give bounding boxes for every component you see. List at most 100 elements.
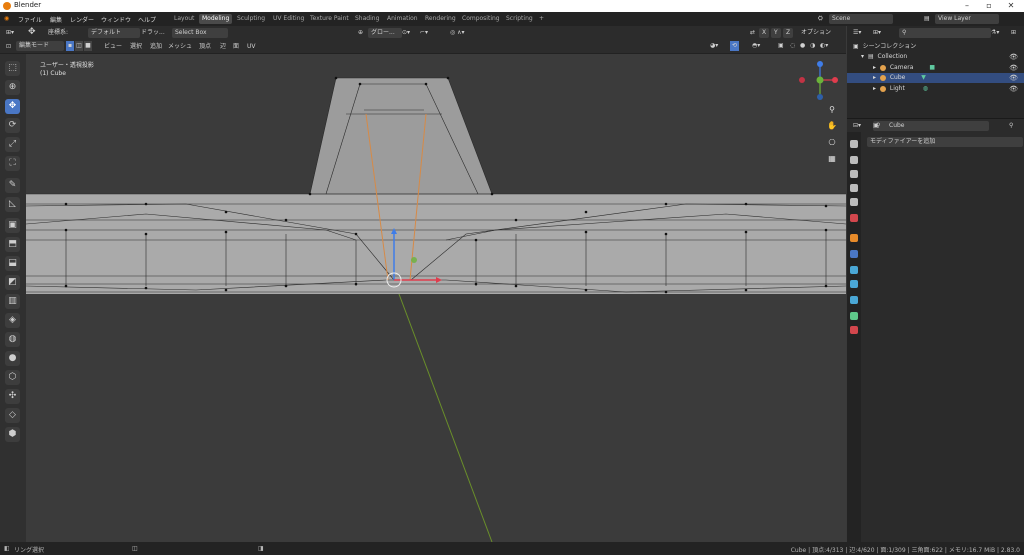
scene-collection-row[interactable]: ▣ シーンコレクション	[847, 42, 1024, 52]
world-tab-icon[interactable]	[850, 214, 858, 222]
transform-tool-icon[interactable]: ⛶	[5, 156, 20, 171]
tab-texture-paint[interactable]: Texture Paint	[307, 14, 352, 24]
mesh-data-tab-icon[interactable]	[850, 312, 858, 320]
measure-tool-icon[interactable]: ◺	[5, 197, 20, 212]
smooth-tool-icon[interactable]: ⬡	[5, 370, 20, 385]
tab-sculpting[interactable]: Sculpting	[234, 14, 268, 24]
light-expand-icon[interactable]: ▸	[873, 85, 876, 92]
select-box-dropdown[interactable]: Select Box	[172, 28, 228, 38]
outliner-row-collection[interactable]: ▾ ▤ Collection 👁	[847, 52, 1024, 62]
properties-editor-icon[interactable]: ⊟▾	[853, 121, 861, 131]
3d-viewport[interactable]: ユーザー・透視投影 (1) Cube ⚲ ✋ ⎔ ▦	[26, 54, 846, 542]
light-visibility-icon[interactable]: 👁	[1009, 84, 1018, 94]
menu-help[interactable]: ヘルプ	[138, 15, 156, 24]
outliner-row-camera[interactable]: ▸ Camera ■ 👁	[847, 63, 1024, 73]
menu-render[interactable]: レンダー	[70, 15, 94, 24]
add-modifier-dropdown[interactable]: モディファイアーを追加	[867, 137, 1023, 147]
collection-visibility-icon[interactable]: 👁	[1009, 52, 1018, 62]
bevel-tool-icon[interactable]: ◩	[5, 275, 20, 290]
poly-build-tool-icon[interactable]: ◍	[5, 332, 20, 347]
mirror-y-toggle[interactable]: Y	[771, 28, 781, 38]
add-workspace-button[interactable]: +	[536, 14, 547, 24]
outliner-editor-icon[interactable]: ☰▾	[853, 28, 861, 38]
close-icon[interactable]: ✕	[1000, 0, 1022, 12]
pivot-icon[interactable]: ⊙▾	[402, 28, 410, 38]
outliner-row-light[interactable]: ▸ Light ◍ 👁	[847, 84, 1024, 94]
menu-edit[interactable]: 編集	[50, 15, 62, 24]
menu-edge[interactable]: 辺	[220, 42, 226, 52]
menu-add[interactable]: 追加	[150, 42, 162, 52]
select-tool-icon[interactable]: ⬚	[5, 61, 20, 76]
shading-rendered-icon[interactable]: ◐▾	[820, 41, 828, 51]
cube-visibility-icon[interactable]: 👁	[1009, 73, 1018, 83]
tab-scripting[interactable]: Scripting	[503, 14, 536, 24]
camera-expand-icon[interactable]: ▸	[873, 64, 876, 71]
particles-tab-icon[interactable]	[850, 266, 858, 274]
vertex-select-icon[interactable]: ▪	[66, 41, 74, 51]
mirror-x-toggle[interactable]: X	[759, 28, 770, 38]
rotate-tool-icon[interactable]: ⟳	[5, 118, 20, 133]
cursor-tool-icon[interactable]: ⊕	[5, 80, 20, 95]
outliner-search-icon[interactable]: ⚲	[899, 28, 991, 38]
edge-select-icon[interactable]: ◫	[75, 41, 83, 51]
blender-menu-icon[interactable]: ◉	[4, 15, 9, 22]
mode-dropdown[interactable]: 編集モード	[16, 41, 64, 51]
extrude-tool-icon[interactable]: ⬒	[5, 237, 20, 252]
view-layer-tab-icon[interactable]	[850, 184, 858, 192]
tab-uv-editing[interactable]: UV Editing	[270, 14, 307, 24]
knife-tool-icon[interactable]: ◈	[5, 313, 20, 328]
zoom-view-icon[interactable]: ⚲	[826, 104, 838, 116]
tab-rendering[interactable]: Rendering	[422, 14, 459, 24]
camera-visibility-icon[interactable]: 👁	[1009, 63, 1018, 73]
shear-tool-icon[interactable]: ⬢	[5, 427, 20, 442]
orientation-dropdown[interactable]: デフォルト	[88, 28, 140, 38]
face-select-icon[interactable]: ■	[84, 41, 92, 51]
mirror-z-toggle[interactable]: Z	[783, 28, 794, 38]
scene-tab-icon[interactable]	[850, 198, 858, 206]
physics-tab-icon[interactable]	[850, 280, 858, 288]
minimize-icon[interactable]: –	[956, 0, 978, 12]
options-dropdown[interactable]: オプション	[801, 28, 831, 38]
object-tab-icon[interactable]	[850, 234, 858, 242]
overlay-toggle-icon[interactable]: ◓▾	[752, 41, 760, 51]
tab-animation[interactable]: Animation	[384, 14, 421, 24]
move-tool-button[interactable]: ✥	[5, 99, 20, 114]
xray-toggle-icon[interactable]: ▣	[778, 41, 784, 51]
editor-type-icon[interactable]: ⊞▾	[6, 28, 14, 38]
render-tab-icon[interactable]	[850, 156, 858, 164]
tab-modeling[interactable]: Modeling	[199, 14, 233, 24]
annotate-tool-icon[interactable]: ✎	[5, 178, 20, 193]
inset-tool-icon[interactable]: ⬓	[5, 256, 20, 271]
tab-shading[interactable]: Shading	[352, 14, 382, 24]
menu-uv[interactable]: UV	[247, 42, 256, 52]
loop-cut-tool-icon[interactable]: ▥	[5, 294, 20, 309]
transform-orientation-dropdown[interactable]: グロー...	[368, 28, 402, 38]
edge-slide-tool-icon[interactable]: ✣	[5, 389, 20, 404]
shrink-fatten-tool-icon[interactable]: ◇	[5, 408, 20, 423]
shading-wireframe-icon[interactable]: ◌	[790, 41, 795, 51]
constraints-tab-icon[interactable]	[850, 296, 858, 304]
pan-view-icon[interactable]: ✋	[826, 120, 838, 132]
proportional-edit-icon[interactable]: ◎ ∧▾	[450, 28, 465, 38]
perspective-toggle-icon[interactable]: ▦	[826, 153, 838, 165]
scene-selector[interactable]: Scene	[829, 14, 893, 24]
material-tab-icon[interactable]	[850, 326, 858, 334]
add-cube-tool-icon[interactable]: ▣	[5, 218, 20, 233]
collection-expand-icon[interactable]: ▾	[861, 53, 864, 60]
tab-layout[interactable]: Layout	[171, 14, 197, 24]
menu-window[interactable]: ウィンドウ	[101, 15, 131, 24]
menu-vertex[interactable]: 頂点	[199, 42, 211, 52]
shading-solid-icon[interactable]: ●	[800, 41, 805, 51]
scale-tool-icon[interactable]: ⤢	[5, 137, 20, 152]
tool-tab-icon[interactable]	[850, 140, 858, 148]
visibility-icon[interactable]: ◕▾	[710, 41, 718, 51]
menu-mesh[interactable]: メッシュ	[168, 42, 192, 52]
cube-expand-icon[interactable]: ▸	[873, 74, 876, 81]
outliner-filter-icon[interactable]: ⚗▾	[991, 28, 999, 38]
snap-icon[interactable]: ⌐▾	[420, 28, 428, 38]
maximize-icon[interactable]: ▫	[978, 0, 1000, 12]
menu-face[interactable]: 面	[233, 42, 239, 52]
modifier-tab-icon[interactable]	[850, 250, 858, 258]
spin-tool-icon[interactable]: ●	[5, 351, 20, 366]
new-collection-icon[interactable]: ⊞	[1011, 28, 1016, 38]
